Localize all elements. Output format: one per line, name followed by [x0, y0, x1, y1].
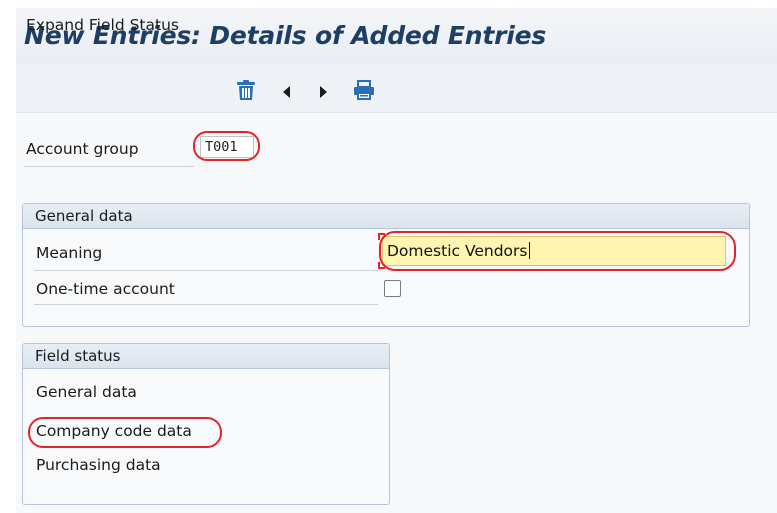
field-status-company-code-data[interactable]: Company code data — [36, 422, 192, 440]
previous-icon[interactable] — [281, 84, 291, 98]
one-time-account-label: One-time account — [36, 280, 175, 298]
one-time-underline — [34, 304, 378, 305]
one-time-account-checkbox[interactable] — [384, 280, 401, 297]
text-cursor — [528, 242, 530, 259]
field-status-header: Field status — [23, 344, 389, 369]
field-status-general-data[interactable]: General data — [36, 383, 137, 401]
account-group-field[interactable]: T001 — [200, 136, 254, 158]
expand-field-status-button[interactable]: Expand Field Status — [26, 16, 179, 34]
delete-icon[interactable] — [236, 80, 256, 101]
print-icon[interactable] — [353, 80, 375, 100]
general-data-header: General data — [23, 204, 749, 229]
next-icon[interactable] — [319, 84, 329, 98]
meaning-underline — [34, 270, 378, 271]
field-status-purchasing-data[interactable]: Purchasing data — [36, 456, 161, 474]
meaning-value: Domestic Vendors — [387, 242, 528, 260]
focus-corner-tl — [378, 233, 385, 240]
field-status-title: Field status — [35, 347, 121, 365]
application-toolbar — [16, 64, 777, 113]
account-group-label: Account group — [26, 140, 139, 158]
account-group-underline — [24, 166, 194, 167]
focus-corner-bl — [378, 262, 385, 269]
meaning-label: Meaning — [36, 244, 103, 262]
meaning-field[interactable]: Domestic Vendors — [382, 236, 726, 266]
general-data-title: General data — [35, 207, 133, 225]
